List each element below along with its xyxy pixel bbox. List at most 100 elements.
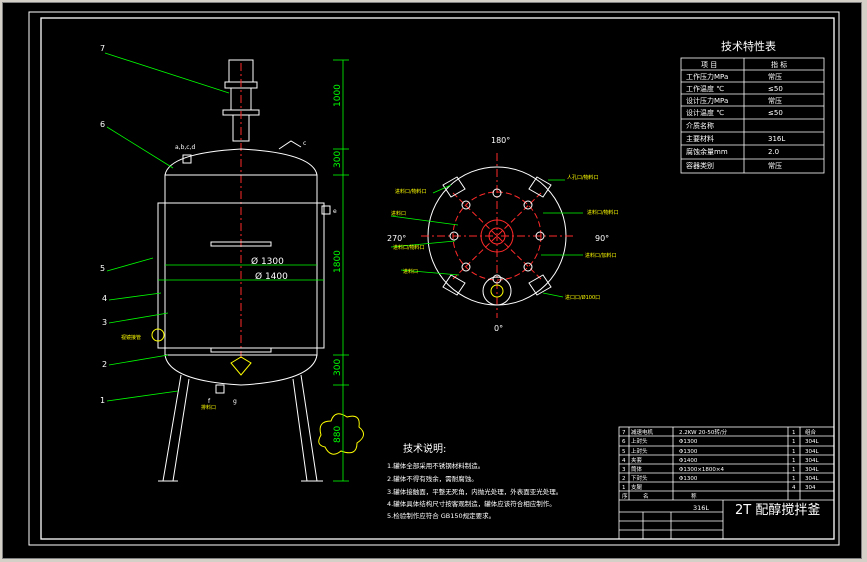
- svg-text:Φ1300: Φ1300: [679, 439, 698, 445]
- svg-text:≤50: ≤50: [768, 85, 783, 93]
- svg-text:常压: 常压: [768, 161, 782, 170]
- svg-text:进料口/物料口: 进料口/物料口: [395, 188, 427, 195]
- svg-text:进料口/加料口: 进料口/加料口: [585, 252, 617, 259]
- svg-text:常压: 常压: [768, 96, 782, 105]
- material-label: 316L: [693, 504, 709, 512]
- svg-text:上封头: 上封头: [631, 447, 648, 455]
- svg-text:2.罐体不得有残余，需耐腐蚀。: 2.罐体不得有残余，需耐腐蚀。: [387, 474, 478, 483]
- svg-text:Φ1300: Φ1300: [679, 449, 698, 455]
- svg-text:主要材料: 主要材料: [686, 134, 714, 143]
- svg-text:c: c: [303, 140, 306, 147]
- dim-1000: 1000: [333, 84, 343, 107]
- svg-text:6: 6: [622, 439, 626, 445]
- svg-text:3.罐体接触面，平整无死角，内抛光处理，外表面亚光处理。: 3.罐体接触面，平整无死角，内抛光处理，外表面亚光处理。: [387, 487, 562, 496]
- notes-title: 技术说明:: [403, 442, 446, 455]
- svg-text:1: 1: [792, 430, 796, 436]
- svg-text:304L: 304L: [805, 449, 819, 455]
- svg-text:1: 1: [622, 485, 626, 491]
- dim-1800: 1800: [333, 250, 343, 273]
- tech-notes: 技术说明: 1.罐体全部采用不锈钢材料制造。 2.罐体不得有残余，需耐腐蚀。 3…: [387, 442, 562, 520]
- svg-text:7: 7: [622, 430, 626, 436]
- svg-text:视镜接管: 视镜接管: [121, 334, 141, 341]
- svg-text:4: 4: [102, 294, 107, 303]
- leg-right: [292, 374, 318, 482]
- svg-text:316L: 316L: [768, 135, 785, 143]
- svg-text:进料口: 进料口: [403, 268, 418, 275]
- svg-text:1: 1: [792, 458, 796, 464]
- svg-text:1: 1: [792, 476, 796, 482]
- svg-text:304L: 304L: [805, 458, 819, 464]
- svg-text:腐蚀余量mm: 腐蚀余量mm: [686, 147, 728, 156]
- svg-text:序: 序: [622, 492, 628, 500]
- svg-text:0°: 0°: [494, 324, 503, 333]
- svg-text:1: 1: [100, 396, 105, 405]
- svg-text:设计压力MPa: 设计压力MPa: [686, 96, 728, 105]
- svg-text:304: 304: [805, 485, 816, 491]
- svg-text:a,b,c,d: a,b,c,d: [175, 144, 196, 151]
- svg-text:进料口/物料口: 进料口/物料口: [587, 209, 619, 216]
- svg-text:2.0: 2.0: [768, 148, 779, 156]
- svg-text:进口口/Ø100口: 进口口/Ø100口: [565, 294, 600, 301]
- svg-text:2: 2: [102, 360, 107, 369]
- dia-inner: Ø 1300: [251, 256, 284, 267]
- svg-text:1: 1: [792, 467, 796, 473]
- svg-text:4.罐体具体结构尺寸按客观制造，罐体应该符合相应制作。: 4.罐体具体结构尺寸按客观制造，罐体应该符合相应制作。: [387, 499, 556, 508]
- svg-text:排料口: 排料口: [201, 404, 216, 411]
- plan-view: [421, 153, 573, 318]
- spec-table: 技术特性表 项 目 指 标 工作压力MPa 常压 工作温度 ℃ ≤50 设计压力MP…: [680, 39, 825, 174]
- svg-text:4: 4: [792, 485, 796, 491]
- svg-text:3: 3: [102, 318, 107, 327]
- svg-text:7: 7: [100, 44, 105, 53]
- dim-300-bottom: 300: [333, 359, 343, 376]
- svg-text:指 标: 指 标: [771, 60, 787, 69]
- svg-text:270°: 270°: [387, 234, 406, 243]
- svg-text:减速电机: 减速电机: [631, 428, 654, 436]
- svg-text:f: f: [208, 398, 211, 405]
- svg-text:5.检验制作应符合 GB150规定要求。: 5.检验制作应符合 GB150规定要求。: [387, 511, 495, 520]
- spec-title: 技术特性表: [721, 39, 776, 53]
- elevation-dim-text: 1000 300 1800 300 880 Ø 1300 Ø 1400: [251, 84, 343, 443]
- svg-text:1.罐体全部采用不锈钢材料制造。: 1.罐体全部采用不锈钢材料制造。: [387, 461, 484, 470]
- svg-text:304L: 304L: [805, 467, 819, 473]
- svg-text:工作压力MPa: 工作压力MPa: [686, 72, 728, 81]
- svg-text:支腿: 支腿: [631, 483, 643, 491]
- parts-list: 7 减速电机 2.2KW 20-50转/分 1 组合 6 上封头 Φ1300 1 304L 5上…: [618, 426, 835, 540]
- svg-text:1: 1: [792, 449, 796, 455]
- svg-text:90°: 90°: [595, 234, 609, 243]
- svg-text:常压: 常压: [768, 72, 782, 81]
- svg-text:项 目: 项 目: [701, 61, 717, 69]
- svg-text:5: 5: [622, 449, 626, 455]
- svg-text:筒体: 筒体: [631, 465, 643, 473]
- dim-880: 880: [333, 426, 343, 443]
- dim-300-top: 300: [333, 151, 343, 168]
- svg-text:设计温度 ℃: 设计温度 ℃: [686, 108, 724, 117]
- svg-text:进料口/物料口: 进料口/物料口: [393, 244, 425, 251]
- svg-text:组合: 组合: [805, 428, 817, 436]
- elevation-view: [151, 59, 364, 482]
- svg-text:2.2KW 20-50转/分: 2.2KW 20-50转/分: [679, 428, 728, 436]
- svg-text:下封头: 下封头: [631, 474, 648, 482]
- svg-text:g: g: [233, 398, 237, 405]
- svg-text:人孔口/物料口: 人孔口/物料口: [567, 174, 599, 181]
- svg-text:2: 2: [622, 476, 626, 482]
- drawing-viewport[interactable]: 1000 300 1800 300 880 Ø 1300 Ø 1400 7 6 …: [2, 2, 862, 559]
- svg-text:180°: 180°: [491, 136, 510, 145]
- svg-text:进料口: 进料口: [391, 210, 406, 217]
- svg-text:上封头: 上封头: [631, 437, 648, 445]
- cad-window: 1000 300 1800 300 880 Ø 1300 Ø 1400 7 6 …: [0, 0, 867, 562]
- drawing-title: 2T 配醇搅拌釜: [735, 502, 820, 518]
- svg-text:e: e: [333, 208, 337, 215]
- svg-text:4: 4: [622, 458, 626, 464]
- svg-text:5: 5: [100, 264, 105, 273]
- elevation-dimensions: [104, 52, 349, 482]
- svg-text:称: 称: [691, 492, 697, 500]
- svg-text:Φ1300: Φ1300: [679, 476, 698, 482]
- svg-text:3: 3: [622, 467, 626, 473]
- svg-text:304L: 304L: [805, 476, 819, 482]
- leader-numbers: 7 6 5 4 3 2 1 a,b,c,d c e f g 视镜接管 排料口: [100, 44, 337, 411]
- svg-text:≤50: ≤50: [768, 109, 783, 117]
- svg-text:6: 6: [100, 120, 105, 129]
- svg-text:Φ1400: Φ1400: [679, 458, 698, 464]
- manhole: [278, 140, 302, 150]
- svg-text:容器类别: 容器类别: [686, 161, 714, 170]
